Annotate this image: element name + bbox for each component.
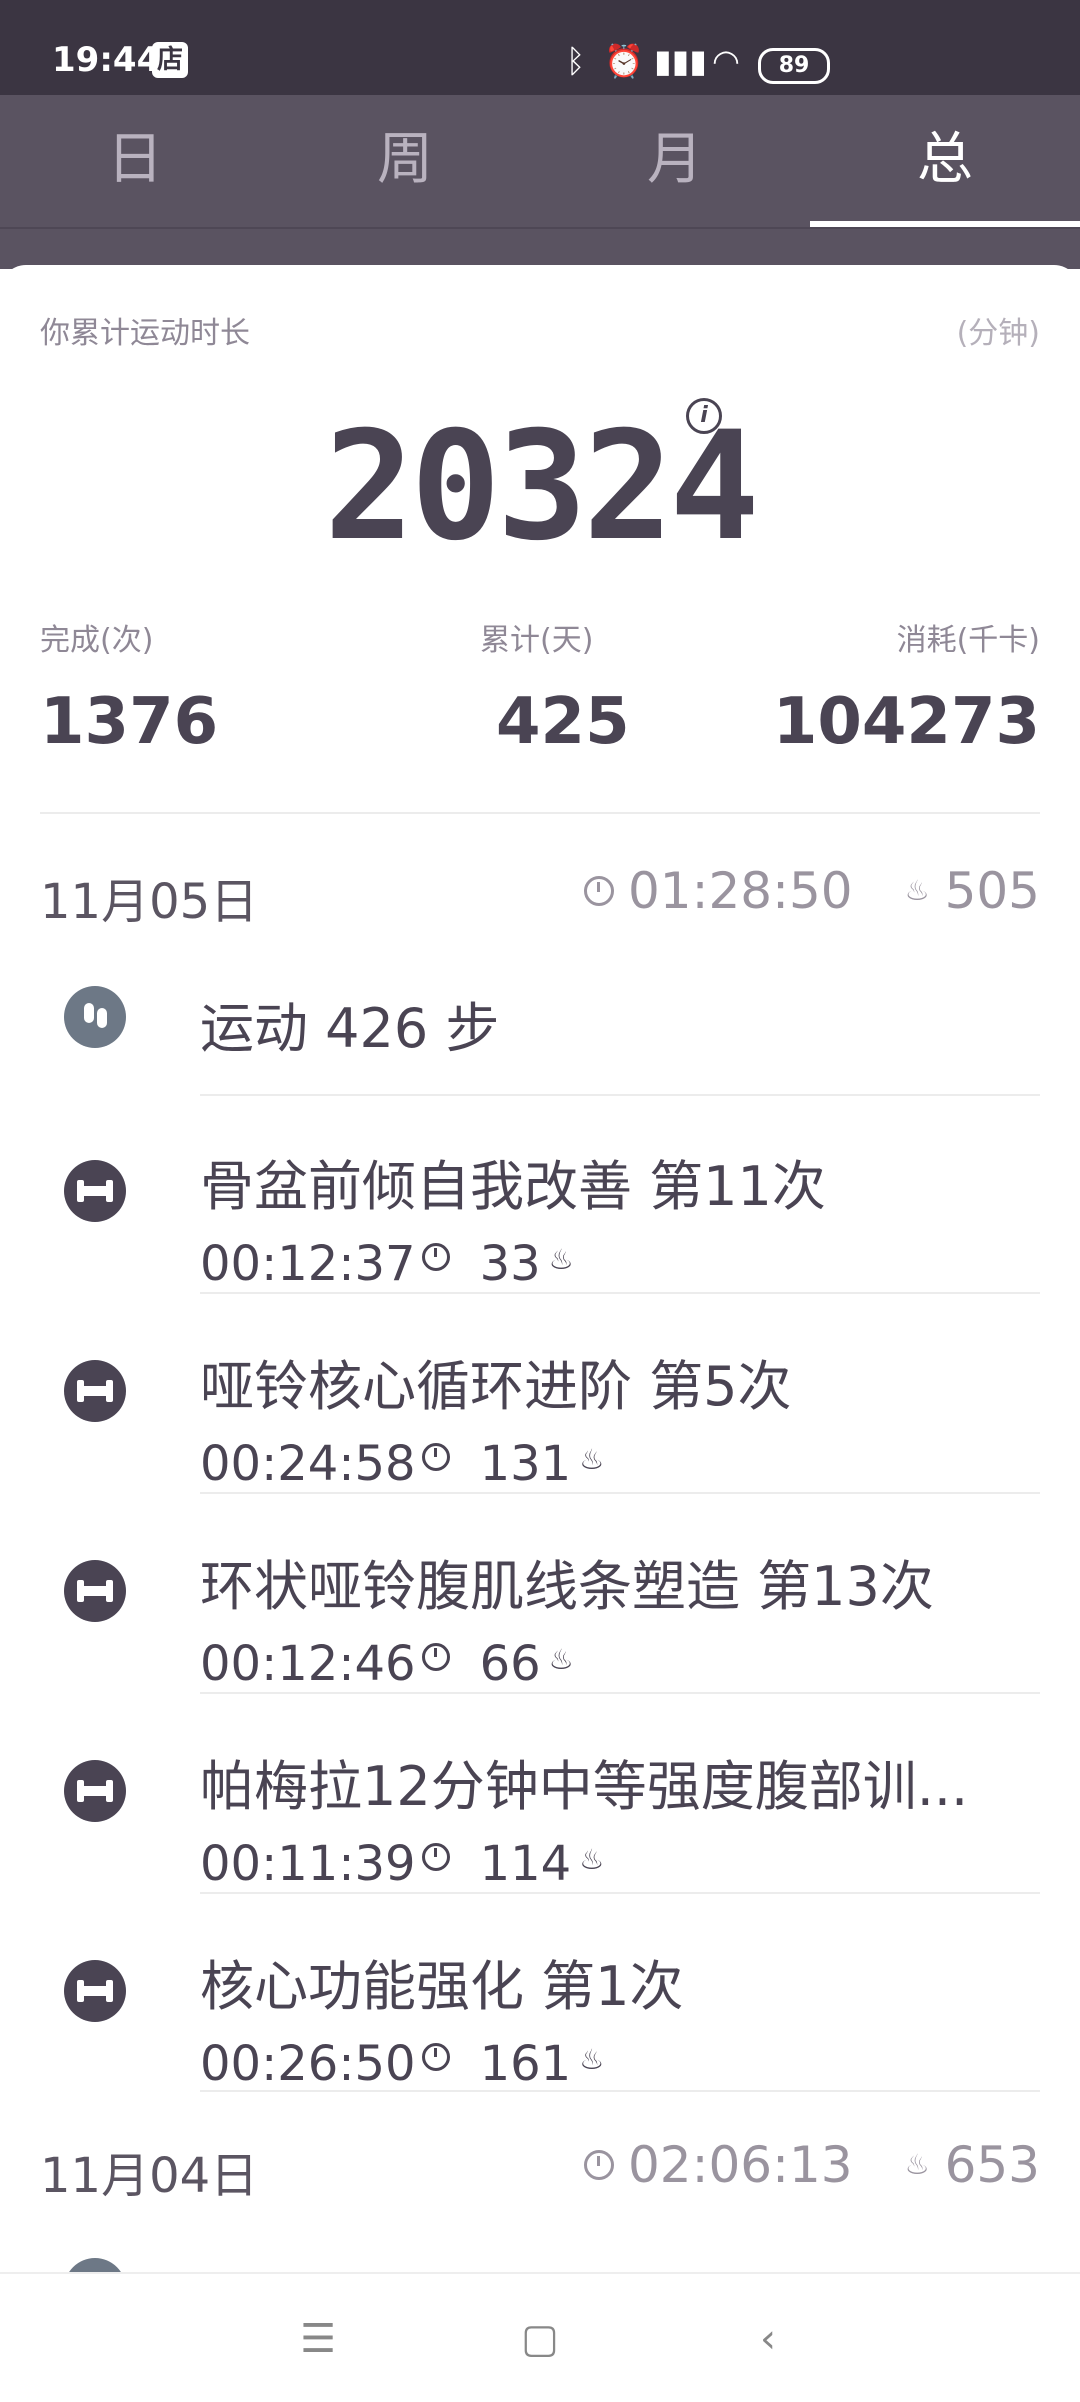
clock-icon — [421, 1843, 450, 1871]
stat-label-calories: 消耗(千卡) — [896, 623, 1040, 658]
workout-meta: 00:12:46 66 ♨ — [200, 1636, 574, 1692]
period-tabs: 日 周 月 总 — [0, 95, 1080, 227]
day-duration: 02:06:13 — [628, 2136, 853, 2194]
divider — [200, 1094, 1040, 1096]
workout-title[interactable]: 帕梅拉12分钟中等强度腹部训... — [200, 1742, 968, 1821]
stat-label-days: 累计(天) — [480, 623, 594, 658]
battery-indicator: 89 — [758, 48, 830, 84]
steps-text[interactable]: 运动 426 步 — [200, 984, 499, 1063]
tab-total[interactable]: 总 — [810, 95, 1080, 227]
tabs-underlay — [0, 227, 1080, 269]
flame-icon: ♨ — [548, 1242, 574, 1276]
total-duration-unit: (分钟) — [956, 316, 1040, 351]
dumbbell-icon — [64, 1160, 126, 1222]
system-nav-bar: ☰ ▢ ‹ — [0, 2272, 1080, 2402]
workout-duration: 00:12:37 — [200, 1236, 416, 1292]
divider — [40, 812, 1040, 814]
footprints-icon — [64, 986, 126, 1048]
signal-icon: ▮▮▮ — [654, 42, 707, 80]
flame-icon: ♨ — [548, 1642, 574, 1676]
day-date: 11月04日 — [40, 2148, 259, 2204]
workout-calories: 131 — [479, 1436, 572, 1492]
workout-calories: 66 — [479, 1636, 541, 1692]
flame-icon: ♨ — [904, 2148, 930, 2181]
bluetooth-icon: ᛒ — [566, 42, 586, 80]
divider — [200, 2090, 1040, 2092]
day-calories: 653 — [944, 2136, 1040, 2194]
divider — [200, 1892, 1040, 1894]
workout-calories: 33 — [479, 1236, 541, 1292]
status-bar: 19:44 店 ᛒ ⏰ ▮▮▮ ◠ 89 — [0, 0, 1080, 95]
workout-title[interactable]: 核心功能强化 第1次 — [200, 1942, 684, 2021]
tab-week[interactable]: 周 — [270, 95, 540, 227]
stat-label-completed: 完成(次) — [40, 623, 154, 658]
back-icon[interactable]: ‹ — [738, 2314, 798, 2364]
clock-icon — [584, 876, 614, 906]
workout-meta: 00:12:37 33 ♨ — [200, 1236, 574, 1292]
day-date: 11月05日 — [40, 874, 259, 930]
status-time: 19:44 — [52, 40, 161, 80]
workout-meta: 00:11:39 114 ♨ — [200, 1836, 604, 1892]
tab-month[interactable]: 月 — [540, 95, 810, 227]
workout-duration: 00:11:39 — [200, 1836, 416, 1892]
store-icon: 店 — [152, 42, 188, 78]
dumbbell-icon — [64, 1960, 126, 2022]
workout-title[interactable]: 哑铃核心循环进阶 第5次 — [200, 1342, 792, 1421]
wifi-icon: ◠ — [712, 42, 740, 80]
stat-value-calories: 104273 — [772, 685, 1040, 759]
alarm-icon: ⏰ — [604, 42, 644, 80]
day-duration: 01:28:50 — [628, 862, 853, 920]
workout-meta: 00:24:58 131 ♨ — [200, 1436, 604, 1492]
home-icon[interactable]: ▢ — [510, 2314, 570, 2364]
flame-icon: ♨ — [904, 874, 930, 907]
menu-icon[interactable]: ☰ — [288, 2314, 348, 2364]
workout-duration: 00:26:50 — [200, 2036, 416, 2092]
dumbbell-icon — [64, 1760, 126, 1822]
workout-calories: 114 — [479, 1836, 572, 1892]
workout-calories: 161 — [479, 2036, 572, 2092]
day-summary: 02:06:13 ♨ 653 — [584, 2136, 1040, 2194]
divider — [200, 1292, 1040, 1294]
stat-value-days: 425 — [496, 685, 630, 759]
total-duration-label: 你累计运动时长 — [40, 316, 250, 351]
clock-icon — [421, 2043, 450, 2071]
workout-duration: 00:24:58 — [200, 1436, 416, 1492]
dumbbell-icon — [64, 1360, 126, 1422]
workout-meta: 00:26:50 161 ♨ — [200, 2036, 604, 2092]
clock-icon — [421, 1643, 450, 1671]
clock-icon — [584, 2150, 614, 2180]
flame-icon: ♨ — [579, 1442, 605, 1476]
workout-title[interactable]: 环状哑铃腹肌线条塑造 第13次 — [200, 1542, 934, 1621]
flame-icon: ♨ — [579, 2042, 605, 2076]
stat-value-completed: 1376 — [40, 685, 219, 759]
workout-title[interactable]: 骨盆前倾自我改善 第11次 — [200, 1142, 826, 1221]
divider — [200, 1492, 1040, 1494]
flame-icon: ♨ — [579, 1842, 605, 1876]
day-summary: 01:28:50 ♨ 505 — [584, 862, 1040, 920]
workout-duration: 00:12:46 — [200, 1636, 416, 1692]
total-minutes-value: 20324 — [324, 400, 760, 574]
dumbbell-icon — [64, 1560, 126, 1622]
divider — [200, 1692, 1040, 1694]
clock-icon — [421, 1243, 450, 1271]
day-calories: 505 — [944, 862, 1040, 920]
info-icon[interactable]: i — [686, 398, 722, 434]
clock-icon — [421, 1443, 450, 1471]
tab-day[interactable]: 日 — [0, 95, 270, 227]
